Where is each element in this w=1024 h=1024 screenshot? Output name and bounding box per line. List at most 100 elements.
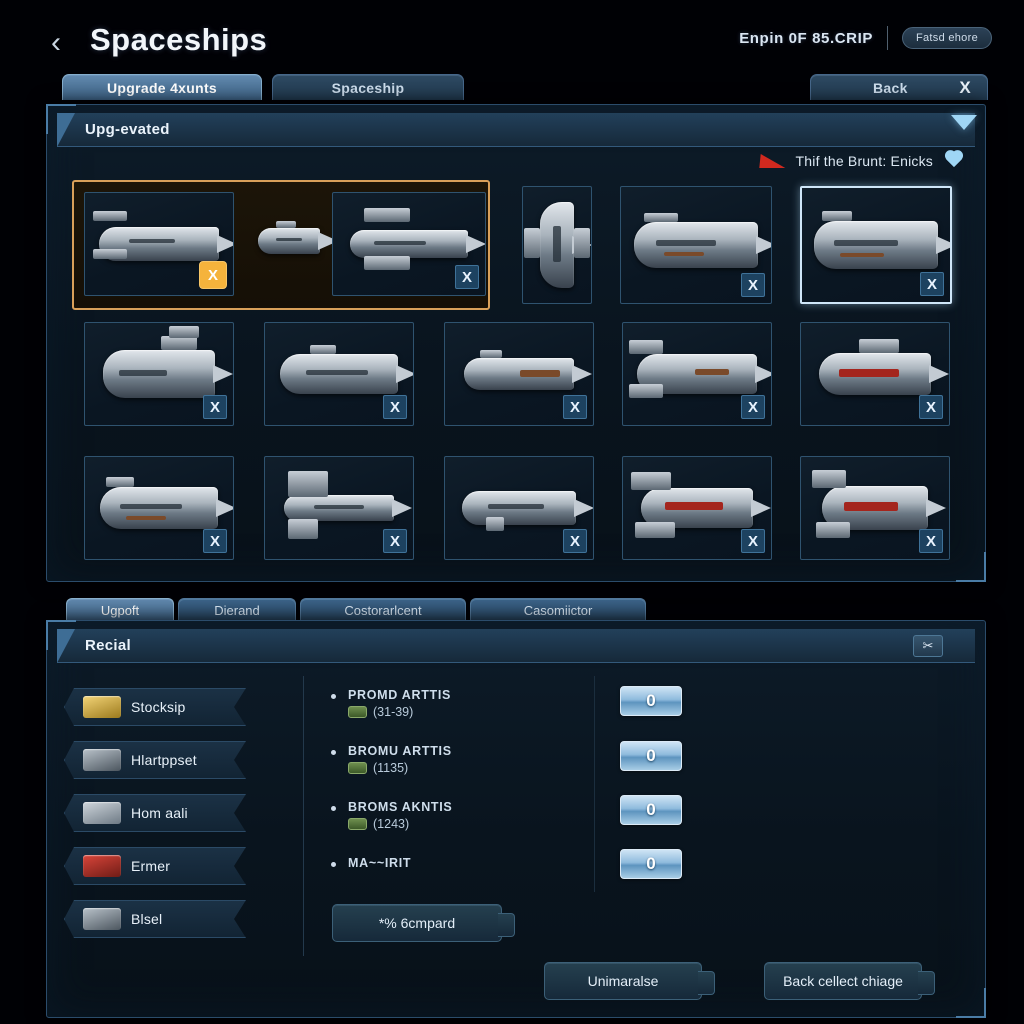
ship-detail-stripe [840, 253, 884, 257]
ship-fin [93, 211, 127, 221]
ship-carrier-l[interactable]: X [84, 456, 234, 560]
remove-badge-active[interactable]: X [199, 261, 227, 289]
stat-value-box[interactable]: 0 [620, 795, 682, 825]
ship-pod-b[interactable] [246, 210, 332, 272]
stat-row: BROMU ARTTIS (1135) [328, 744, 588, 775]
ship-detail-stripe [553, 226, 561, 262]
stat-range: (31-39) [373, 705, 414, 719]
ship-cruiser-a[interactable]: X [84, 192, 234, 296]
sidebar-item-ermer[interactable]: Ermer [64, 847, 246, 885]
ship-dart-d[interactable] [522, 186, 592, 304]
remove-badge[interactable]: X [203, 529, 227, 553]
compare-button[interactable]: *% 6cmpard [332, 904, 515, 942]
sidebar-item-stocksip[interactable]: Stocksip [64, 688, 246, 726]
ship-hull [350, 208, 485, 270]
ship-lance-m[interactable]: X [264, 456, 414, 560]
ship-detail-stripe [120, 504, 182, 509]
remove-badge[interactable]: X [383, 395, 407, 419]
resource-chip-icon [348, 706, 367, 718]
header-pill-button[interactable]: Fatsd ehore [901, 27, 992, 49]
ship-probe-n[interactable]: X [444, 456, 594, 560]
remove-badge[interactable]: X [741, 395, 765, 419]
tab-costorarlcent[interactable]: Costorarlcent [300, 598, 466, 622]
ship-lander-g[interactable]: X [84, 322, 234, 426]
ship-fin [486, 517, 504, 531]
remove-badge[interactable]: X [203, 395, 227, 419]
stat-name: PROMD ARTTIS [348, 688, 452, 702]
remove-badge[interactable]: X [919, 529, 943, 553]
remove-badge[interactable]: X [563, 395, 587, 419]
app-root: ‹ Spaceships Enpin 0F 85.CRIP Fatsd ehor… [0, 0, 1024, 1024]
tab-ugpoft[interactable]: Ugpoft [66, 598, 174, 622]
ship-hull [284, 471, 412, 539]
detail-panel-header: Recial [57, 629, 975, 663]
remove-badge[interactable]: X [455, 265, 479, 289]
ship-frigate-f[interactable]: X [800, 186, 952, 304]
ship-detail-stripe [314, 505, 364, 509]
heart-icon[interactable] [943, 151, 965, 171]
sidebar-item-label: Hom aali [131, 805, 188, 821]
stat-value-box[interactable]: 0 [620, 741, 682, 771]
bullet-icon [331, 694, 336, 699]
ship-thumbnail [280, 345, 413, 394]
remove-badge[interactable]: X [920, 272, 944, 296]
stat-row: MA~~IRIT [328, 856, 588, 870]
remove-badge[interactable]: X [563, 529, 587, 553]
ship-thumbnail [634, 213, 771, 268]
stat-subtext: (31-39) [348, 705, 588, 719]
ship-hull [280, 345, 413, 394]
remove-badge[interactable]: X [383, 529, 407, 553]
stat-value-box[interactable]: 0 [620, 849, 682, 879]
ship-detail-stripe [656, 240, 716, 246]
back-tab[interactable]: Back X [810, 74, 988, 100]
ship-thumbnail [462, 491, 593, 531]
ship-detail-stripe [665, 502, 723, 510]
ship-fin [822, 211, 852, 221]
filter-label: Thif the Brunt: Enicks [795, 153, 933, 169]
detail-vertical-divider [303, 676, 304, 956]
ship-fin [364, 208, 410, 222]
uninstall-button[interactable]: Unimaralse [544, 962, 715, 1000]
remove-badge[interactable]: X [741, 273, 765, 297]
ship-fin [574, 228, 590, 258]
ship-thumbnail [103, 326, 233, 398]
ship-redlance-o[interactable]: X [622, 456, 772, 560]
ship-fin [524, 228, 540, 258]
scissors-icon[interactable]: ✂ [913, 635, 943, 657]
ship-detail-stripe [520, 370, 560, 377]
back-chevron-icon[interactable]: ‹ [45, 28, 67, 58]
ship-tanker-h[interactable]: X [264, 322, 414, 426]
ship-hauler-e[interactable]: X [620, 186, 772, 304]
stat-value-box[interactable]: 0 [620, 686, 682, 716]
close-icon[interactable]: X [959, 78, 971, 98]
stat-subtext: (1135) [348, 761, 588, 775]
back-collect-button[interactable]: Back cellect chiage [764, 962, 935, 1000]
ship-detail-stripe [695, 369, 729, 375]
remove-badge[interactable]: X [741, 529, 765, 553]
ship-thumbnail [814, 211, 950, 269]
bullet-icon [331, 806, 336, 811]
ship-shuttle-j[interactable]: X [622, 322, 772, 426]
ship-redwing-p[interactable]: X [800, 456, 950, 560]
tab-upgrade[interactable]: Upgrade 4xunts [62, 74, 262, 100]
sidebar-item-label: Ermer [131, 858, 171, 874]
ship-redcore-k[interactable]: X [800, 322, 950, 426]
ship-detail-stripe [129, 239, 175, 243]
remove-badge[interactable]: X [919, 395, 943, 419]
tab-casomiictor[interactable]: Casomiictor [470, 598, 646, 622]
tab-dierand[interactable]: Dierand [178, 598, 296, 622]
detail-corner-br [956, 988, 986, 1018]
ship-hull [631, 472, 771, 538]
ship-thumbnail [464, 350, 592, 390]
bullet-icon [331, 750, 336, 755]
ship-fin [629, 340, 663, 354]
sidebar-item-blsel[interactable]: Blsel [64, 900, 246, 938]
tab-spaceship[interactable]: Spaceship [272, 74, 464, 100]
ship-fin [631, 472, 671, 490]
chevron-down-icon[interactable] [951, 115, 977, 130]
ship-fin [288, 471, 328, 497]
sidebar-item-hom-aali[interactable]: Hom aali [64, 794, 246, 832]
ship-interceptor-c[interactable]: X [332, 192, 486, 296]
ship-drill-i[interactable]: X [444, 322, 594, 426]
sidebar-item-hlartppset[interactable]: Hlartppset [64, 741, 246, 779]
